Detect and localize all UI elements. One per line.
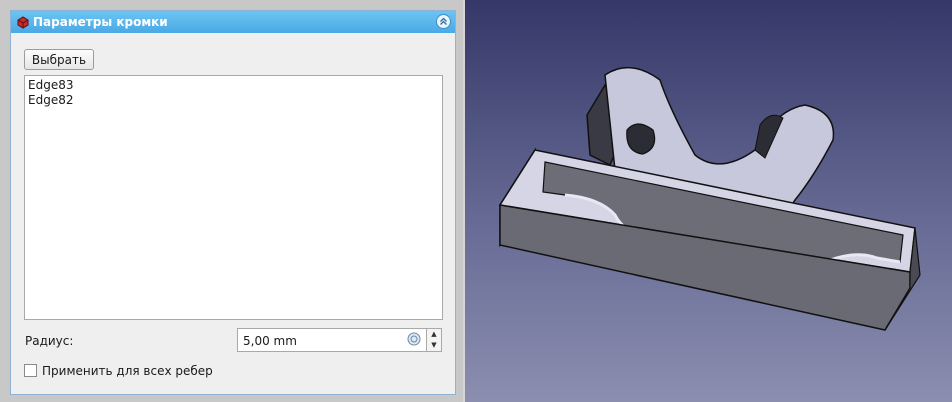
unit-formula-icon[interactable] <box>407 332 421 346</box>
edge-list[interactable]: Edge83 Edge82 <box>24 75 443 320</box>
radius-label: Радиус: <box>25 334 74 348</box>
edge-parameters-panel: Параметры кромки Выбрать Edge83 Edge82 Р… <box>10 10 456 395</box>
list-item[interactable]: Edge83 <box>28 78 439 93</box>
panel-header: Параметры кромки <box>11 11 455 33</box>
task-panel-area: Параметры кромки Выбрать Edge83 Edge82 Р… <box>0 0 463 402</box>
panel-title: Параметры кромки <box>33 15 168 29</box>
spin-up-icon[interactable]: ▲ <box>427 329 441 340</box>
list-item[interactable]: Edge82 <box>28 93 439 108</box>
select-button[interactable]: Выбрать <box>24 49 94 70</box>
apply-all-checkbox[interactable] <box>24 364 37 377</box>
collapse-panel-button[interactable] <box>436 14 451 29</box>
radius-spinner[interactable]: ▲ ▼ <box>427 328 442 352</box>
3d-viewport[interactable] <box>465 0 952 402</box>
3d-model[interactable] <box>465 0 952 402</box>
spin-down-icon[interactable]: ▼ <box>427 340 441 351</box>
chevron-double-up-icon <box>440 17 447 25</box>
radius-value[interactable]: 5,00 mm <box>243 334 297 348</box>
apply-all-label: Применить для всех ребер <box>42 364 213 378</box>
freecad-part-icon <box>17 16 29 29</box>
radius-input[interactable]: 5,00 mm <box>237 328 427 352</box>
